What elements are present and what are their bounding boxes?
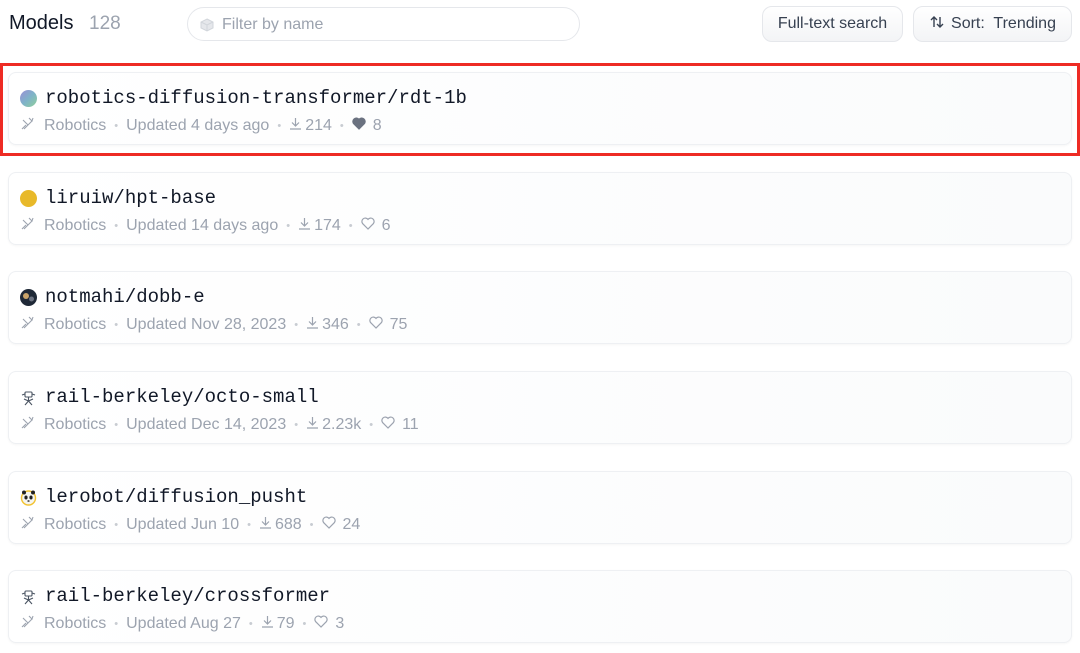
model-downloads: 346 (322, 316, 349, 333)
separator-dot: • (339, 120, 344, 132)
separator-dot: • (277, 120, 282, 132)
model-updated: Updated Nov 28, 2023 (126, 316, 287, 333)
models-header: Models 128 Full-text search Sort: Trendi… (0, 0, 1080, 50)
model-meta: Robotics • Updated Jun 10 • 688 • 24 (20, 515, 360, 535)
model-name[interactable]: liruiw/hpt-base (45, 187, 216, 209)
model-name[interactable]: robotics-diffusion-transformer/rdt-1b (45, 87, 467, 109)
model-card[interactable]: rail-berkeley/octo-small Robotics • Updated… (8, 371, 1072, 444)
model-likes: 11 (402, 416, 419, 433)
model-likes: 3 (335, 615, 345, 632)
separator-dot: • (114, 419, 119, 431)
model-card[interactable]: rail-berkeley/crossformer Robotics • Update… (8, 570, 1072, 643)
separator-dot: • (356, 319, 361, 331)
sort-label: Sort: Trending (951, 15, 1056, 32)
model-task: Robotics (44, 217, 107, 234)
download-icon (306, 416, 322, 434)
model-card[interactable]: liruiw/hpt-base Robotics • Updated 14 days … (8, 172, 1072, 245)
robotics-icon (20, 614, 38, 634)
heart-icon (352, 117, 369, 135)
model-updated: Updated Jun 10 (126, 516, 240, 533)
cube-icon (200, 18, 214, 37)
model-downloads: 79 (276, 615, 295, 632)
separator-dot: • (114, 120, 119, 132)
model-likes: 75 (389, 316, 408, 333)
model-card[interactable]: notmahi/dobb-e Robotics • Updated Nov 28, 2… (8, 271, 1072, 344)
model-meta: Robotics • Updated Aug 27 • 79 • 3 (20, 614, 344, 634)
model-downloads: 214 (305, 117, 332, 134)
separator-dot: • (114, 220, 119, 232)
model-downloads: 688 (274, 516, 302, 533)
heart-icon (381, 416, 398, 434)
model-updated: Updated Aug 27 (126, 615, 241, 632)
full-text-search-label: Full-text search (777, 15, 888, 32)
model-avatar-icon (20, 289, 37, 306)
model-updated: Updated 4 days ago (126, 117, 270, 134)
full-text-search-button[interactable]: Full-text search (762, 6, 903, 42)
model-meta: Robotics • Updated 4 days ago • 214 • 8 (20, 116, 382, 136)
heart-icon (361, 217, 378, 235)
separator-dot: • (348, 220, 353, 232)
filter-box[interactable] (187, 7, 580, 41)
model-task: Robotics (44, 316, 107, 333)
separator-dot: • (114, 618, 119, 630)
sort-button[interactable]: Sort: Trending (913, 6, 1072, 42)
model-downloads: 174 (314, 217, 341, 234)
model-updated: Updated 14 days ago (126, 217, 279, 234)
model-meta: Robotics • Updated 14 days ago • 174 • 6 (20, 216, 391, 236)
separator-dot: • (294, 319, 299, 331)
model-avatar-icon (20, 190, 37, 207)
separator-dot: • (247, 519, 251, 531)
robotics-icon (20, 216, 38, 236)
heart-icon (369, 316, 386, 334)
sort-icon (929, 14, 945, 35)
model-meta: Robotics • Updated Nov 28, 2023 • 346 • 75 (20, 315, 407, 335)
filter-input[interactable] (222, 14, 562, 36)
model-avatar-icon (20, 489, 37, 506)
model-downloads: 2.23k (322, 416, 362, 433)
model-name[interactable]: rail-berkeley/crossformer (45, 585, 330, 607)
download-icon (289, 117, 305, 135)
robotics-icon (20, 315, 38, 335)
robotics-icon (20, 116, 38, 136)
model-card[interactable]: lerobot/diffusion_pusht Robotics • Updated … (8, 471, 1072, 544)
model-count: 128 (89, 13, 121, 34)
model-task: Robotics (44, 615, 107, 632)
download-icon (306, 316, 322, 334)
separator-dot: • (302, 618, 307, 630)
heart-icon (314, 615, 331, 633)
model-avatar-icon (20, 389, 37, 406)
model-likes: 24 (342, 516, 361, 533)
model-meta: Robotics • Updated Dec 14, 2023 • 2.23k • 11 (20, 415, 419, 435)
heart-icon (321, 516, 339, 534)
separator-dot: • (369, 419, 374, 431)
separator-dot: • (114, 519, 119, 531)
model-updated: Updated Dec 14, 2023 (126, 416, 287, 433)
model-likes: 6 (381, 217, 391, 234)
model-avatar-icon (20, 90, 37, 107)
model-task: Robotics (44, 117, 107, 134)
robotics-icon (20, 415, 38, 435)
model-likes: 8 (372, 117, 382, 134)
separator-dot: • (114, 319, 119, 331)
model-name[interactable]: lerobot/diffusion_pusht (45, 486, 307, 508)
model-avatar-icon (20, 588, 37, 605)
model-name[interactable]: rail-berkeley/octo-small (45, 386, 319, 408)
separator-dot: • (294, 419, 299, 431)
download-icon (259, 516, 275, 534)
separator-dot: • (309, 519, 314, 531)
model-task: Robotics (44, 516, 107, 533)
separator-dot: • (248, 618, 253, 630)
page-title: Models (9, 12, 74, 34)
download-icon (298, 217, 314, 235)
model-card[interactable]: robotics-diffusion-transformer/rdt-1b Rob… (8, 72, 1072, 145)
robotics-icon (20, 515, 38, 535)
separator-dot: • (286, 220, 291, 232)
download-icon (261, 615, 277, 633)
model-task: Robotics (44, 416, 107, 433)
model-name[interactable]: notmahi/dobb-e (45, 286, 205, 308)
